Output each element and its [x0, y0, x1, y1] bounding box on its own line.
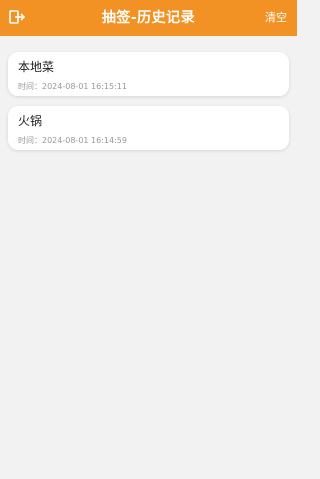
- history-item[interactable]: 本地菜 时间：2024-08-01 16:15:11: [8, 52, 289, 96]
- time-label: 时间：: [18, 136, 42, 145]
- page-title: 抽签-历史记录: [101, 10, 196, 26]
- history-item-time: 时间：2024-08-01 16:14:59: [18, 136, 279, 146]
- clear-button[interactable]: 清空: [265, 0, 287, 36]
- time-label: 时间：: [18, 82, 42, 91]
- history-item-time: 时间：2024-08-01 16:15:11: [18, 82, 279, 92]
- time-value: 2024-08-01 16:15:11: [42, 82, 127, 91]
- history-list: 本地菜 时间：2024-08-01 16:15:11 火锅 时间：2024-08…: [0, 36, 297, 150]
- top-app-bar: 抽签-历史记录 清空: [0, 0, 297, 36]
- history-item-title: 火锅: [18, 114, 43, 128]
- history-item[interactable]: 火锅 时间：2024-08-01 16:14:59: [8, 106, 289, 150]
- time-value: 2024-08-01 16:14:59: [42, 136, 127, 145]
- history-item-title: 本地菜: [18, 60, 55, 74]
